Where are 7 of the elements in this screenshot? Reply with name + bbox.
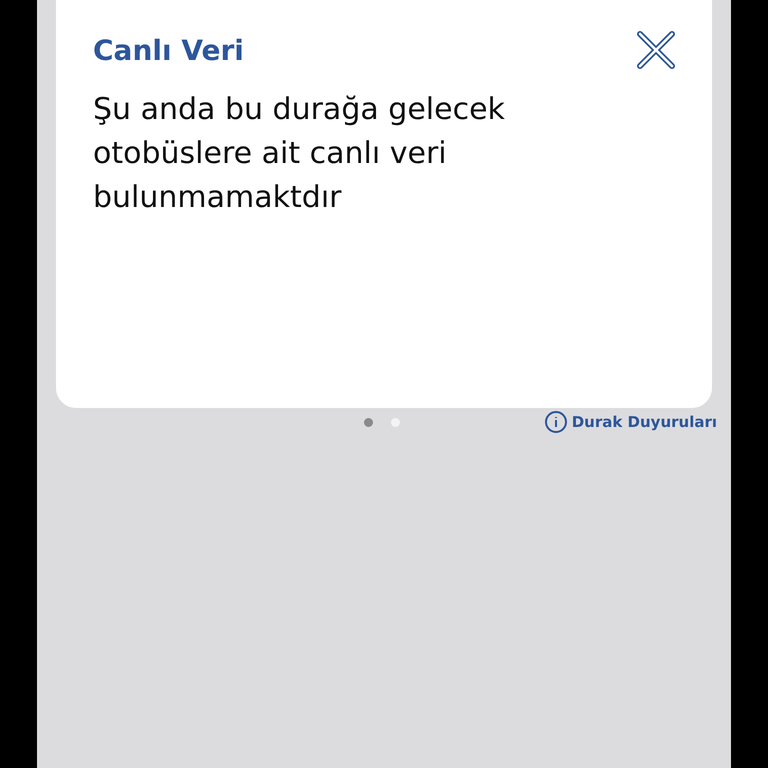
close-button[interactable] <box>636 30 676 70</box>
info-icon <box>544 411 567 433</box>
announcements-link[interactable]: Durak Duyuruları <box>544 411 717 433</box>
pager-dot[interactable] <box>364 418 373 426</box>
close-icon <box>636 30 676 70</box>
dialog-title: Canlı Veri <box>93 33 244 67</box>
dialog-message: Şu anda bu durağa gelecek otobüslere ait canlı veri bulunmamaktdır <box>93 91 506 217</box>
